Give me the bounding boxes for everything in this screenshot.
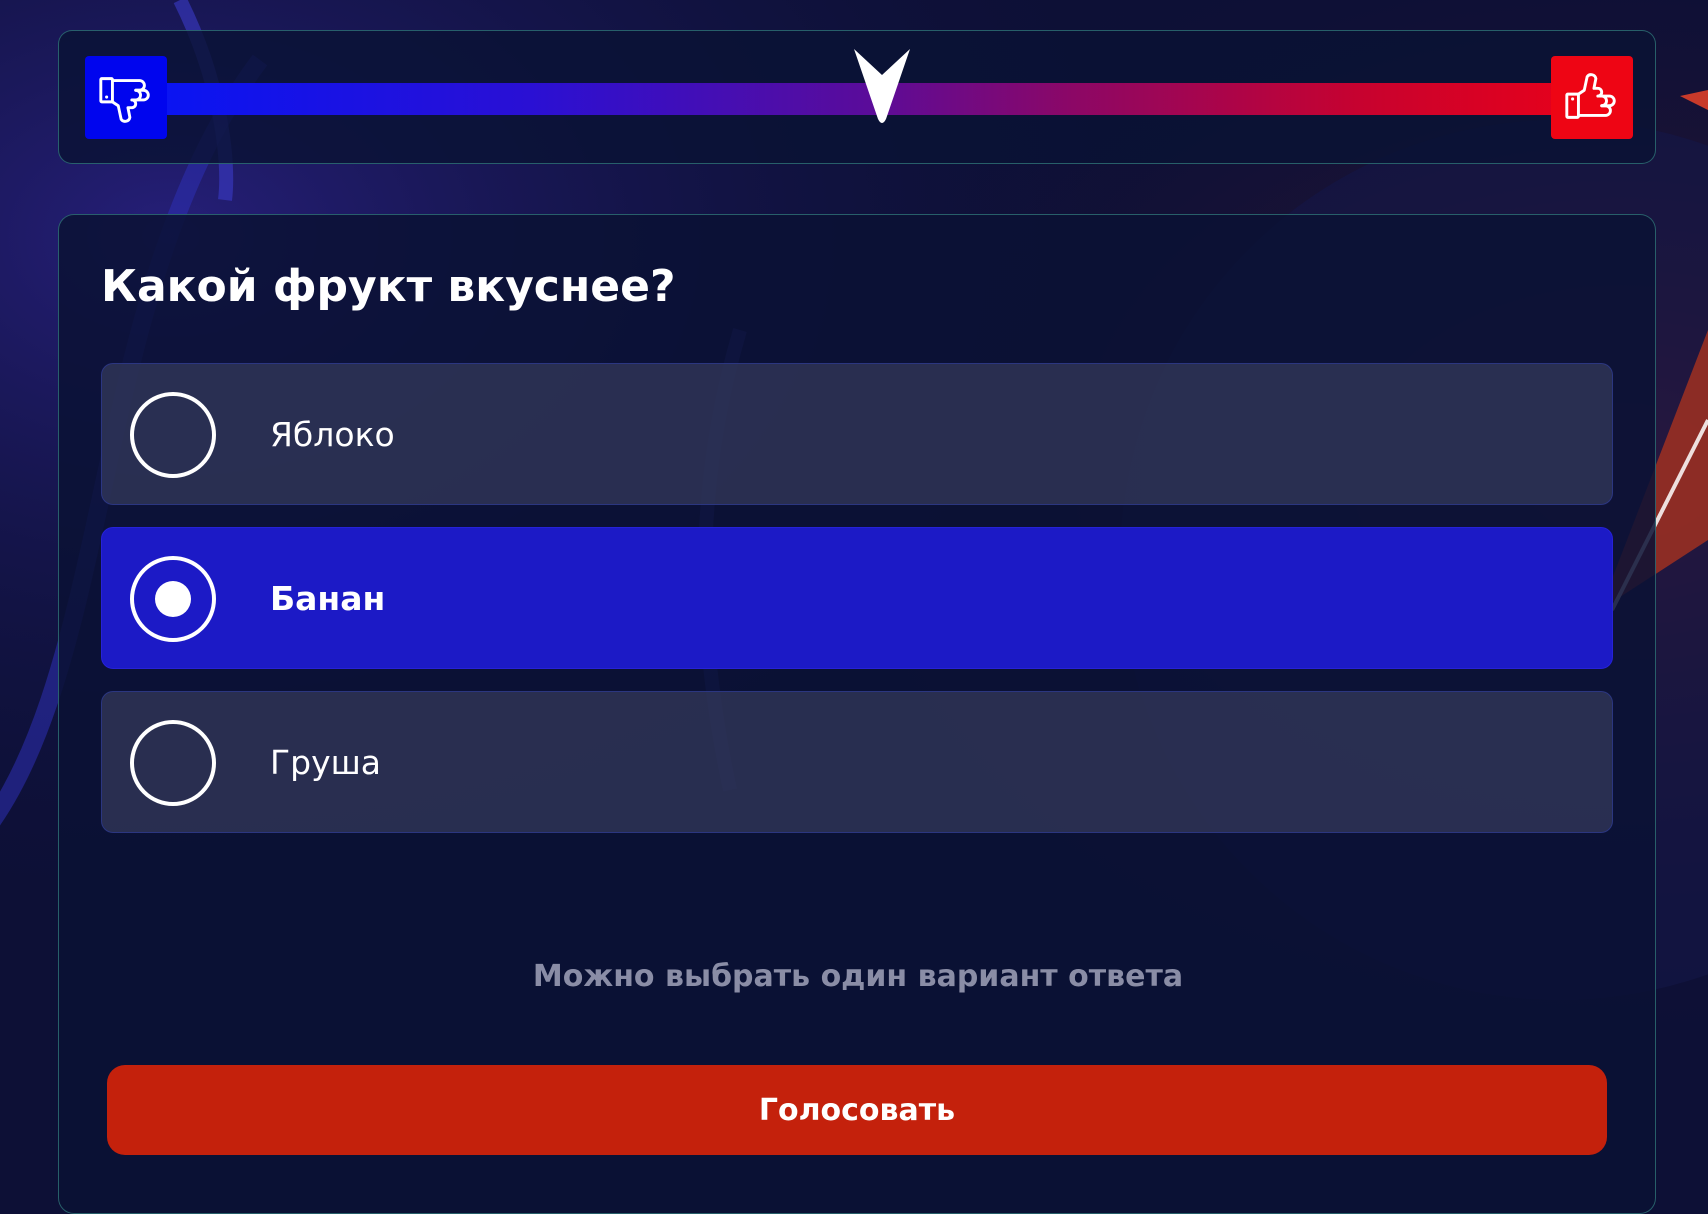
thumbs-up-icon (1565, 72, 1616, 119)
thumbs-down-icon (99, 76, 150, 123)
rating-marker-icon[interactable] (846, 45, 918, 127)
option-apple[interactable]: Яблоко (101, 363, 1613, 505)
vote-button[interactable]: Голосовать (107, 1065, 1607, 1155)
question-card: Какой фрукт вкуснее? Яблоко Банан Груша … (58, 214, 1656, 1214)
selection-hint: Можно выбрать один вариант ответа (532, 959, 1184, 994)
rating-high-end[interactable] (1551, 56, 1633, 139)
radio-button[interactable] (130, 556, 216, 642)
option-label: Яблоко (270, 415, 395, 454)
radio-button[interactable] (130, 392, 216, 478)
rating-panel (58, 30, 1656, 164)
option-pear[interactable]: Груша (101, 691, 1613, 833)
radio-dot (155, 581, 191, 617)
rating-low-end[interactable] (85, 56, 167, 139)
question-title: Какой фрукт вкуснее? (101, 261, 676, 312)
radio-button[interactable] (130, 720, 216, 806)
option-banana[interactable]: Банан (101, 527, 1613, 669)
option-label: Банан (270, 579, 386, 618)
option-label: Груша (270, 743, 382, 782)
